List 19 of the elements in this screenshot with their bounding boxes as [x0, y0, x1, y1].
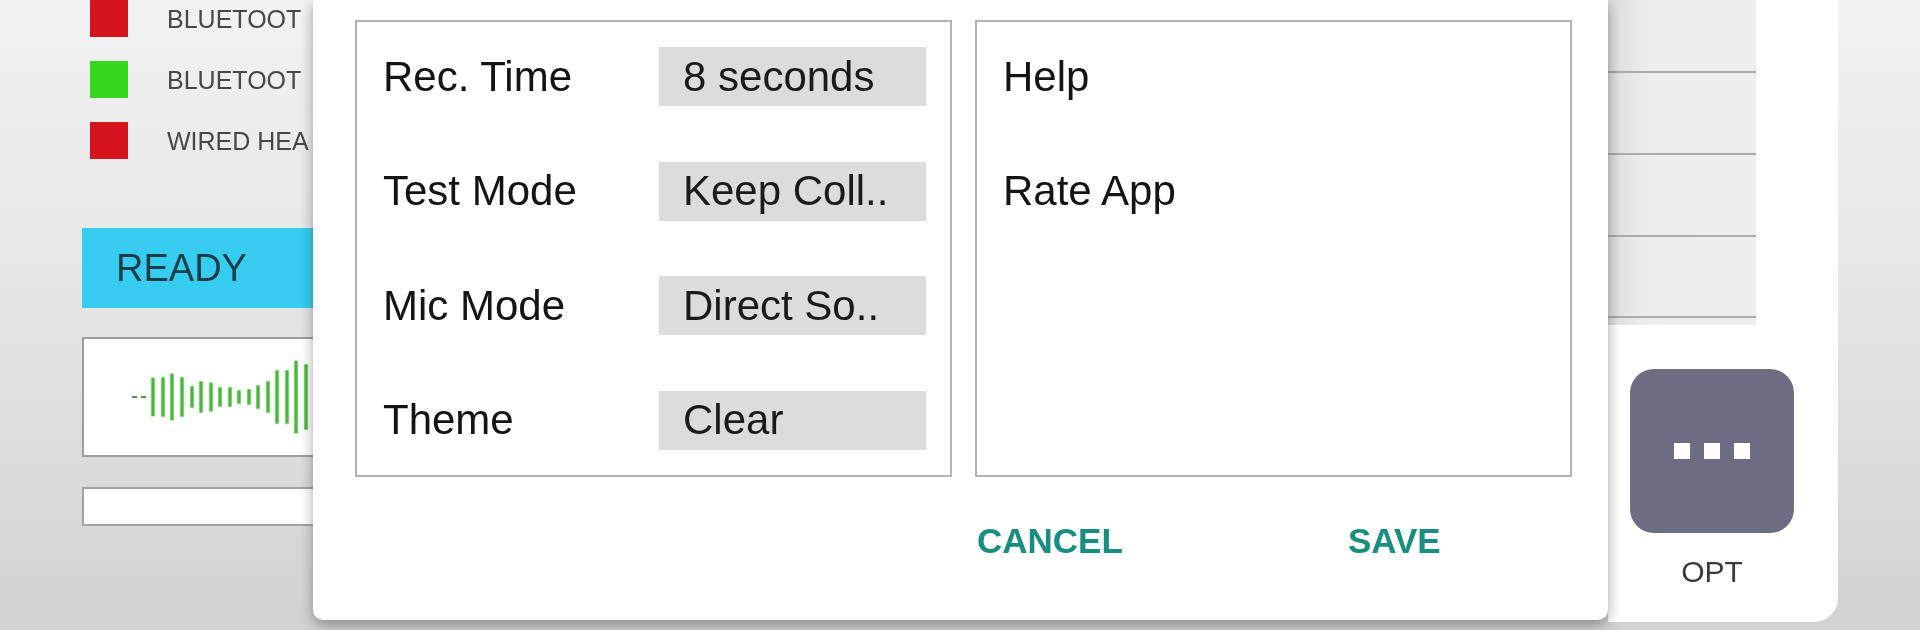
setting-selector[interactable]: Keep Coll..: [659, 161, 926, 221]
save-button[interactable]: SAVE: [1324, 505, 1465, 577]
options-label: OPT: [1681, 555, 1743, 589]
setting-label: Theme: [383, 396, 515, 445]
device-label: BLUETOOT: [167, 3, 302, 34]
setting-selector[interactable]: 8 seconds: [659, 47, 926, 106]
options-button[interactable]: [1630, 369, 1794, 533]
more-icon: [1674, 443, 1750, 459]
setting-label: Mic Mode: [383, 281, 567, 330]
device-label: BLUETOOT: [167, 64, 302, 95]
menu-item[interactable]: Help: [1003, 52, 1090, 101]
setting-selector[interactable]: Clear: [659, 390, 926, 450]
cancel-button[interactable]: CANCEL: [953, 505, 1147, 577]
setting-label: Test Mode: [383, 167, 578, 216]
status-banner: READY: [82, 228, 313, 308]
device-label: WIRED HEA: [167, 125, 309, 156]
setting-selector[interactable]: Direct So..: [659, 276, 926, 336]
setting-label: Rec. Time: [383, 52, 574, 101]
menu-item[interactable]: Rate App: [1003, 167, 1176, 216]
